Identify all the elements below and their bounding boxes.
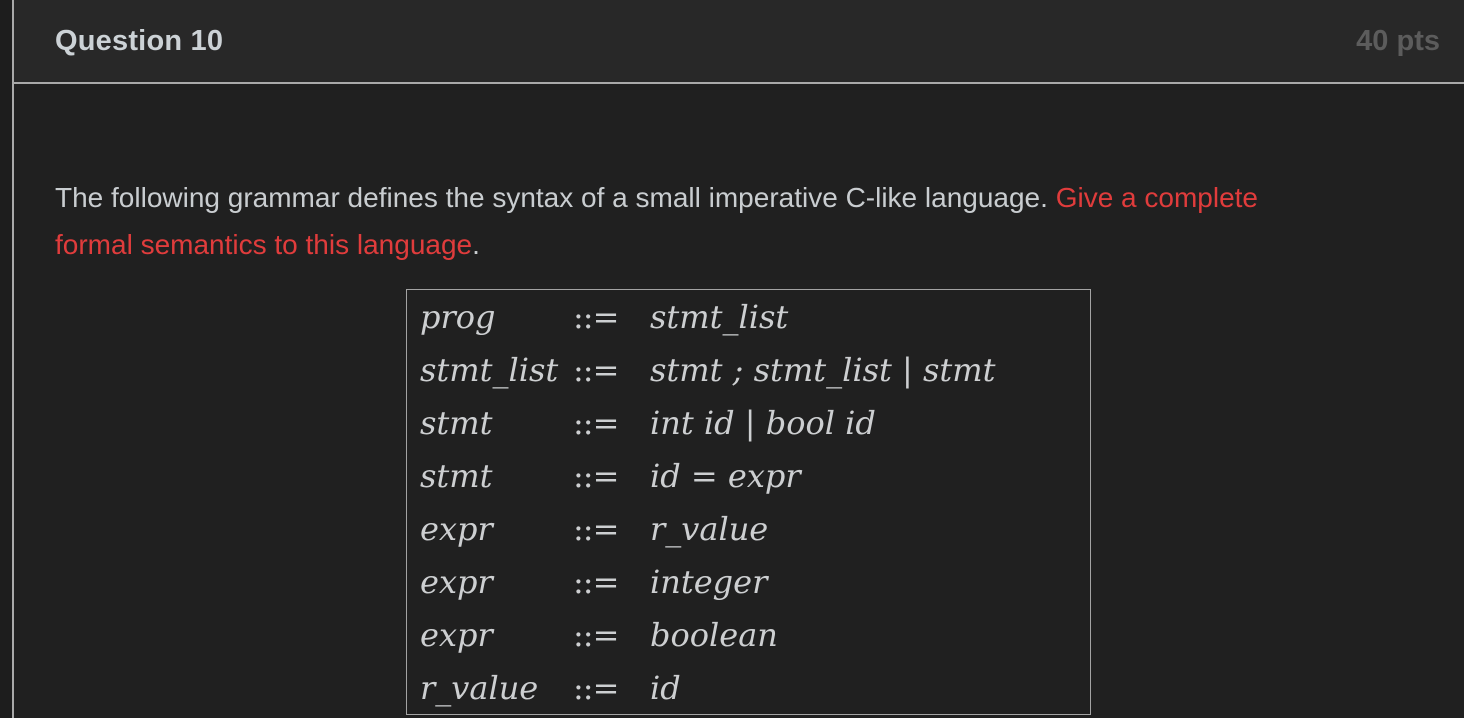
grammar-rhs: stmt ; stmt_list | stmt [650,350,996,389]
grammar-rhs: boolean [650,615,778,654]
table-row: prog ::= stmt_list [407,290,1091,344]
grammar-op: ::= [573,350,619,389]
grammar-lhs: expr [420,562,493,601]
grammar-op: ::= [573,456,619,495]
question-text-period: . [472,229,480,260]
grammar-lhs: stmt [420,403,493,442]
grammar-lhs: expr [420,509,493,548]
question-points: 40 pts [1356,24,1440,57]
table-row: stmt_list ::= stmt ; stmt_list | stmt [407,343,1091,396]
table-row: stmt ::= id = expr [407,449,1091,502]
grammar-lhs: stmt [420,456,493,495]
grammar-op: ::= [573,668,619,707]
table-row: expr ::= integer [407,555,1091,608]
grammar-lhs: prog [420,297,496,336]
grammar-lhs: expr [420,615,493,654]
grammar-rhs: int id | bool id [650,403,876,442]
table-row: expr ::= boolean [407,608,1091,661]
question-text-red-line2: formal semantics to this language [55,229,473,260]
table-row: expr ::= r_value [407,502,1091,555]
question-card: Question 10 40 pts The following grammar… [12,0,1464,718]
question-title: Question 10 [55,24,224,57]
question-text: The following grammar defines the syntax… [55,174,1424,268]
table-row: stmt ::= int id | bool id [407,396,1091,449]
grammar-rhs: id = expr [650,456,801,495]
grammar-op: ::= [573,562,619,601]
question-text-normal: The following grammar defines the syntax… [55,182,1056,213]
question-body: The following grammar defines the syntax… [14,174,1464,715]
grammar-op: ::= [573,297,619,336]
grammar-lhs: stmt_list [420,350,559,389]
question-text-red-line1: Give a complete [1055,182,1259,213]
grammar-lhs: r_value [420,668,539,707]
grammar-rhs: r_value [650,509,769,548]
grammar-rhs: stmt_list [650,297,789,336]
grammar-rhs: id [650,668,681,707]
grammar-op: ::= [573,403,619,442]
grammar-rhs: integer [650,562,768,601]
table-row: r_value ::= id [407,661,1091,715]
grammar-op: ::= [573,509,619,548]
grammar-table-body: prog ::= stmt_list stmt_list ::= stmt ; … [407,290,1091,715]
grammar-table: prog ::= stmt_list stmt_list ::= stmt ; … [406,289,1091,715]
grammar-op: ::= [573,615,619,654]
question-header: Question 10 40 pts [14,0,1464,84]
